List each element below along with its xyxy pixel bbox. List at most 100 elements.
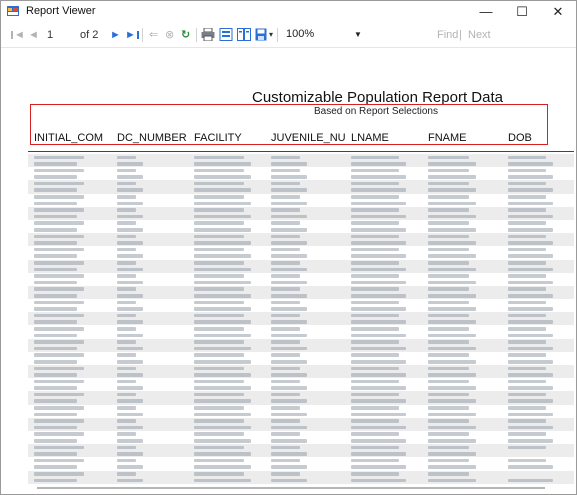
redacted-cell [34,201,77,206]
redacted-cell [351,162,406,166]
find-button[interactable]: Find [437,23,458,47]
back-button[interactable]: ⇐ [149,23,158,47]
redacted-cell [271,241,307,245]
redacted-cell [194,221,244,226]
redacted-cell [271,472,300,476]
redacted-cell [428,386,476,390]
redacted-cell [351,228,406,232]
redacted-cell [117,241,143,245]
table-row [28,186,574,194]
redacted-cell [194,155,244,160]
redacted-cell [117,439,143,443]
last-page-button[interactable]: ► [125,23,139,47]
zoom-select[interactable]: 100% ▼ [282,26,368,43]
find-next-button[interactable]: Next [468,23,491,47]
column-header: FNAME [428,132,467,144]
redacted-cell [351,247,399,252]
redacted-cell [351,293,406,298]
print-layout-icon[interactable] [219,28,233,41]
last-page-bar-icon [136,31,139,40]
redacted-cell [194,432,244,437]
redacted-cell [271,267,307,272]
redacted-cell [508,346,553,351]
page-setup-icon[interactable] [237,28,251,41]
redacted-cell [194,195,244,199]
redacted-cell [34,208,84,212]
table-row [28,200,574,207]
redacted-cell [194,366,244,371]
redacted-cell [508,439,553,443]
redacted-cell [271,293,307,298]
print-icon[interactable] [201,28,215,41]
redacted-cell [271,287,300,291]
redacted-cell [271,392,300,397]
redacted-cell [271,465,307,469]
redacted-cell [194,181,244,186]
redacted-cell [117,472,136,476]
redacted-cell [194,234,244,239]
refresh-icon: ↻ [181,29,191,41]
redacted-cell [351,412,406,417]
redacted-cell [117,419,136,423]
column-header: JUVENILE_NU [271,132,346,144]
find-separator: | [459,29,462,41]
redacted-cell [428,373,476,377]
redacted-cell [194,359,251,364]
close-button[interactable]: ✕ [540,1,576,23]
redacted-cell [428,234,469,239]
redacted-cell [351,445,399,450]
redacted-cell [117,181,136,186]
redacted-cell [508,373,553,377]
redacted-cell [351,419,399,423]
redacted-cell [428,353,469,357]
redacted-cell [271,439,307,443]
last-page-icon: ► [125,29,136,41]
redacted-cell [194,419,244,423]
column-header: DC_NUMBER [117,132,187,144]
redacted-cell [351,168,399,173]
redacted-cell [117,452,143,456]
redacted-cell [34,267,77,272]
table-row [28,266,574,273]
redacted-cell [271,280,307,285]
redacted-cell [271,175,307,179]
redacted-cell [34,234,84,239]
maximize-button[interactable]: ☐ [504,1,540,23]
current-page-input[interactable]: 1 [47,23,53,47]
redacted-cell [34,326,84,331]
redacted-cell [508,181,546,186]
redacted-cell [271,359,307,364]
column-header: DOB [508,132,532,144]
redacted-cell [428,432,469,437]
next-page-button[interactable]: ► [110,23,121,47]
redacted-cell [117,373,143,377]
redacted-cell [428,201,476,206]
table-row [28,227,574,234]
redacted-cell [117,162,143,166]
redacted-cell [34,373,77,377]
redacted-cell [351,406,399,410]
redacted-cell [117,399,143,404]
prev-page-button[interactable]: ◄ [28,23,39,47]
minimize-button[interactable]: — [468,1,504,23]
table-row [28,174,574,181]
redacted-cell [271,432,300,437]
toolbar-separator [142,28,143,42]
redacted-cell [194,472,244,476]
horizontal-scrollbar[interactable] [37,487,545,489]
export-icon[interactable] [255,28,269,41]
redacted-cell [428,366,469,371]
redacted-cell [428,392,469,397]
redacted-cell [351,155,399,160]
export-dropdown-arrow[interactable]: ▾ [269,23,273,47]
redacted-cell [34,247,84,252]
stop-button[interactable]: ⊗ [165,23,174,47]
redacted-cell [117,254,143,258]
redacted-cell [271,254,307,258]
redacted-cell [271,221,300,226]
redacted-cell [194,458,244,463]
redacted-cell [194,340,244,344]
refresh-button[interactable]: ↻ [181,23,190,47]
column-header: FACILITY [194,132,242,144]
first-page-button[interactable]: ◄ [11,23,25,47]
